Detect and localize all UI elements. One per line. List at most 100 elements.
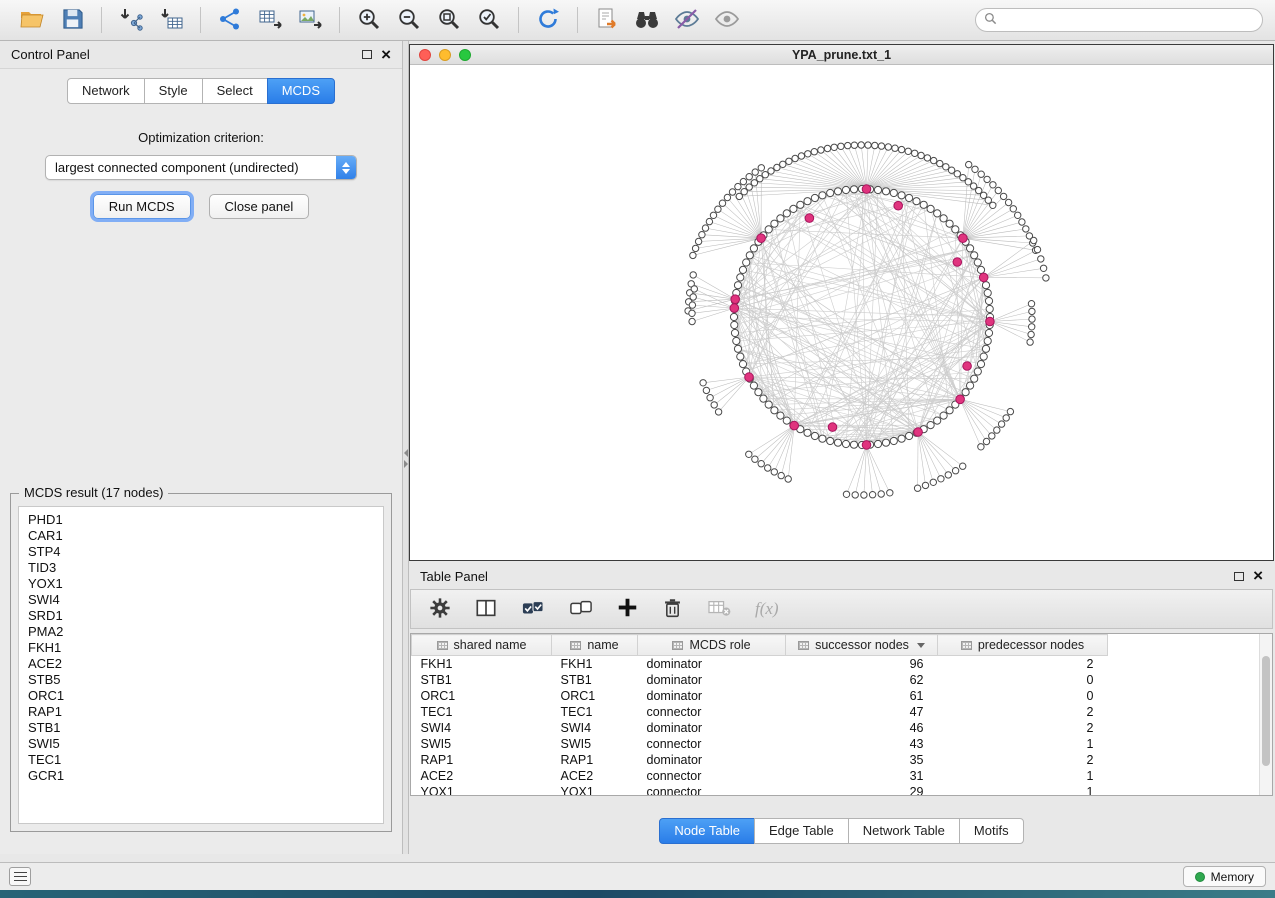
- float-panel-icon[interactable]: [362, 50, 372, 59]
- export-image-button[interactable]: [290, 4, 330, 36]
- status-menu-button[interactable]: [9, 867, 31, 886]
- export-table-button[interactable]: [250, 4, 290, 36]
- table-scrollbar[interactable]: [1259, 634, 1272, 795]
- mcds-result-item[interactable]: FKH1: [28, 640, 374, 656]
- window-minimize-icon[interactable]: [439, 49, 451, 61]
- table-settings-button[interactable]: [429, 597, 451, 622]
- mcds-result-item[interactable]: CAR1: [28, 528, 374, 544]
- mcds-result-item[interactable]: ACE2: [28, 656, 374, 672]
- table-row[interactable]: ORC1 ORC1 dominator 61 0: [412, 688, 1108, 704]
- close-table-panel-icon[interactable]: ×: [1253, 571, 1263, 581]
- table-row[interactable]: SWI4 SWI4 dominator 46 2: [412, 720, 1108, 736]
- run-mcds-button[interactable]: Run MCDS: [93, 194, 191, 219]
- criterion-dropdown[interactable]: largest connected component (undirected): [45, 155, 357, 180]
- zoom-selected-icon: [477, 7, 501, 34]
- zoom-out-button[interactable]: [389, 4, 429, 36]
- table-row[interactable]: ACE2 ACE2 connector 31 1: [412, 768, 1108, 784]
- export-network-button[interactable]: [210, 4, 250, 36]
- toolbar-separator: [577, 7, 578, 33]
- table-row[interactable]: RAP1 RAP1 dominator 35 2: [412, 752, 1108, 768]
- mcds-result-item[interactable]: RAP1: [28, 704, 374, 720]
- table-row[interactable]: SWI5 SWI5 connector 43 1: [412, 736, 1108, 752]
- close-panel-icon[interactable]: ×: [381, 50, 391, 60]
- eye-slash-icon: [674, 7, 700, 34]
- fx-icon: f(x): [755, 599, 779, 619]
- mcds-result-item[interactable]: SWI5: [28, 736, 374, 752]
- mcds-result-item[interactable]: STB1: [28, 720, 374, 736]
- table-panel-tabs: Node Table Edge Table Network Table Moti…: [409, 818, 1274, 844]
- memory-button[interactable]: Memory: [1183, 866, 1266, 887]
- share-document-button[interactable]: [587, 4, 627, 36]
- tab-network[interactable]: Network: [67, 78, 145, 104]
- refresh-view-button[interactable]: [528, 4, 568, 36]
- function-builder-button[interactable]: f(x): [755, 599, 779, 619]
- mcds-result-list[interactable]: PHD1CAR1STP4TID3YOX1SWI4SRD1PMA2FKH1ACE2…: [18, 506, 384, 824]
- mcds-result-item[interactable]: YOX1: [28, 576, 374, 592]
- column-header[interactable]: shared name: [412, 635, 552, 656]
- mcds-result-item[interactable]: TEC1: [28, 752, 374, 768]
- tab-mcds[interactable]: MCDS: [267, 78, 335, 104]
- mcds-result-item[interactable]: STP4: [28, 544, 374, 560]
- panel-splitter[interactable]: [402, 41, 409, 854]
- mcds-result-item[interactable]: TID3: [28, 560, 374, 576]
- delete-column-button[interactable]: [662, 597, 683, 622]
- zoom-in-button[interactable]: [349, 4, 389, 36]
- unchecked-boxes-icon: [569, 597, 593, 622]
- column-header[interactable]: predecessor nodes: [938, 635, 1108, 656]
- tab-network-table[interactable]: Network Table: [848, 818, 960, 844]
- columns-icon: [475, 597, 497, 622]
- network-canvas[interactable]: [410, 65, 1272, 559]
- mcds-result-item[interactable]: SRD1: [28, 608, 374, 624]
- tab-node-table[interactable]: Node Table: [659, 818, 755, 844]
- memory-status-icon: [1195, 872, 1205, 882]
- import-network-file-button[interactable]: [111, 4, 151, 36]
- hide-graphics-details-button[interactable]: [667, 4, 707, 36]
- table-row[interactable]: TEC1 TEC1 connector 47 2: [412, 704, 1108, 720]
- memory-label: Memory: [1211, 870, 1254, 884]
- column-type-icon: [961, 641, 972, 650]
- tab-motifs[interactable]: Motifs: [959, 818, 1024, 844]
- mcds-result-item[interactable]: ORC1: [28, 688, 374, 704]
- mcds-result-item[interactable]: SWI4: [28, 592, 374, 608]
- node-table-container: shared name name: [410, 633, 1273, 796]
- search-input[interactable]: [1002, 13, 1254, 27]
- window-maximize-icon[interactable]: [459, 49, 471, 61]
- float-table-panel-icon[interactable]: [1234, 572, 1244, 581]
- save-session-button[interactable]: [52, 4, 92, 36]
- splitter-collapse-arrows[interactable]: [403, 449, 408, 468]
- column-header[interactable]: name: [552, 635, 638, 656]
- show-graphics-details-button[interactable]: [707, 4, 747, 36]
- column-type-icon: [570, 641, 581, 650]
- clear-table-button[interactable]: [707, 598, 731, 621]
- mcds-result-title: MCDS result (17 nodes): [19, 485, 168, 500]
- tab-edge-table[interactable]: Edge Table: [754, 818, 849, 844]
- open-folder-icon: [19, 7, 45, 34]
- column-header[interactable]: MCDS role: [638, 635, 786, 656]
- open-file-button[interactable]: [12, 4, 52, 36]
- scrollbar-thumb[interactable]: [1262, 656, 1270, 766]
- table-row[interactable]: STB1 STB1 dominator 62 0: [412, 672, 1108, 688]
- sort-caret-icon[interactable]: [917, 643, 925, 648]
- zoom-selected-button[interactable]: [469, 4, 509, 36]
- deselect-all-rows-button[interactable]: [569, 597, 593, 622]
- zoom-out-icon: [397, 7, 421, 34]
- import-table-file-button[interactable]: [151, 4, 191, 36]
- mcds-result-item[interactable]: PMA2: [28, 624, 374, 640]
- select-all-rows-button[interactable]: [521, 597, 545, 622]
- column-header[interactable]: successor nodes: [786, 635, 938, 656]
- zoom-fit-button[interactable]: [429, 4, 469, 36]
- mcds-result-item[interactable]: GCR1: [28, 768, 374, 784]
- table-row[interactable]: YOX1 YOX1 connector 29 1: [412, 784, 1108, 797]
- add-column-button[interactable]: [617, 597, 638, 621]
- table-row[interactable]: FKH1 FKH1 dominator 96 2: [412, 656, 1108, 672]
- network-search-field[interactable]: [975, 8, 1263, 32]
- mcds-result-item[interactable]: STB5: [28, 672, 374, 688]
- mcds-result-item[interactable]: PHD1: [28, 512, 374, 528]
- tab-select[interactable]: Select: [202, 78, 268, 104]
- show-columns-button[interactable]: [475, 597, 497, 622]
- tab-style[interactable]: Style: [144, 78, 203, 104]
- export-table-icon: [258, 7, 283, 34]
- search-network-button[interactable]: [627, 4, 667, 36]
- close-panel-button[interactable]: Close panel: [209, 194, 310, 219]
- window-close-icon[interactable]: [419, 49, 431, 61]
